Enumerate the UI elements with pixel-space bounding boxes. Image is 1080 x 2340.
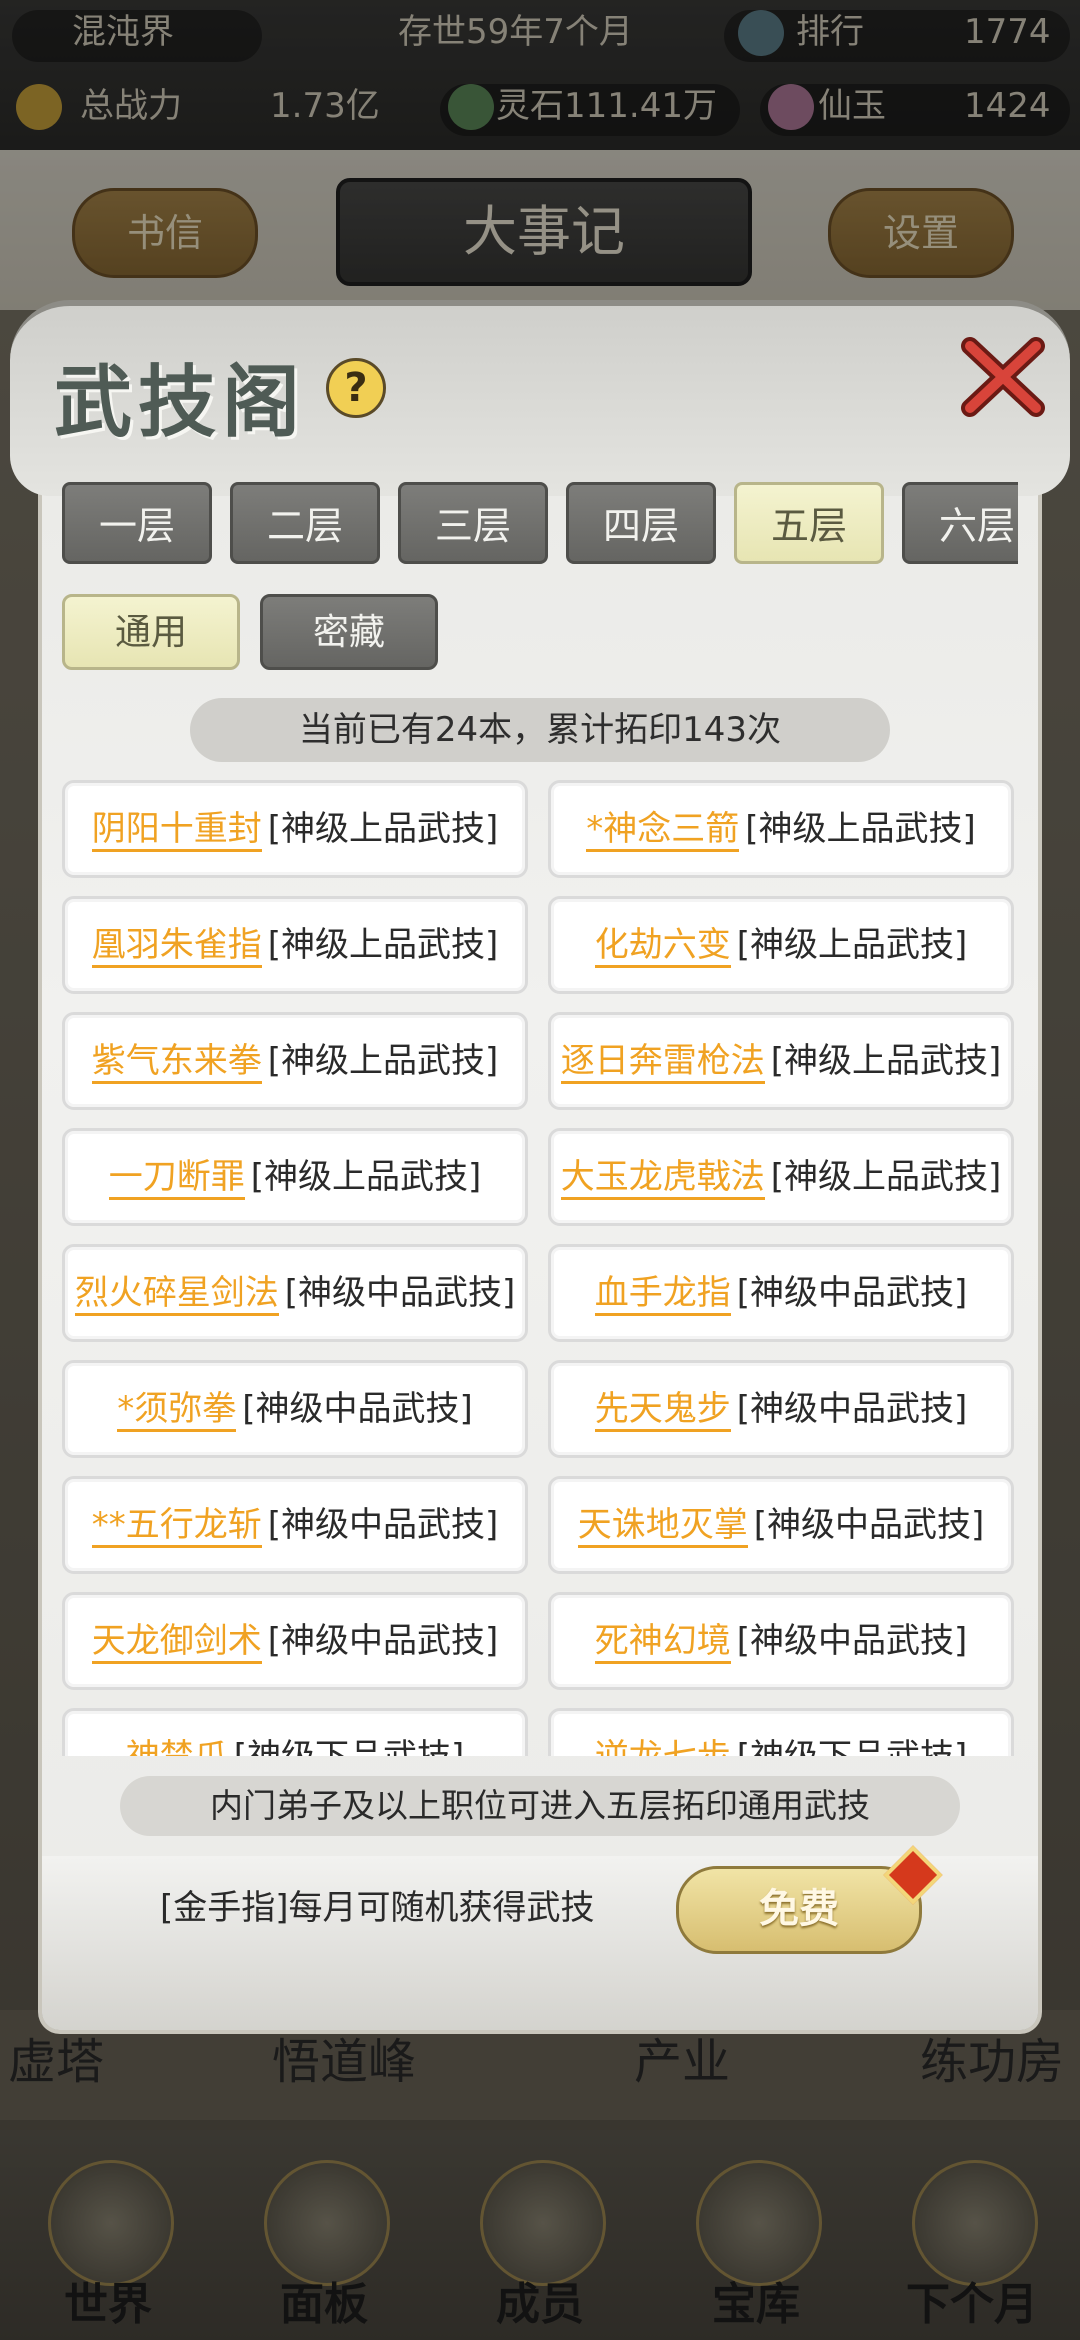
skill-grade: [神级上品武技]: [736, 925, 968, 965]
skill-card[interactable]: 血手龙指 [神级中品武技]: [548, 1244, 1014, 1342]
skill-card[interactable]: 死神幻境 [神级中品武技]: [548, 1592, 1014, 1690]
tab-floor-5[interactable]: 五层: [734, 482, 884, 564]
skill-card[interactable]: 逆龙七步 [神级下品武技]: [548, 1708, 1014, 1756]
skill-name-link[interactable]: 烈火碎星剑法: [74, 1273, 279, 1316]
skill-card[interactable]: **五行龙斩 [神级中品武技]: [62, 1476, 528, 1574]
skill-grade: [神级上品武技]: [745, 809, 976, 849]
skill-card[interactable]: *须弥拳 [神级中品武技]: [62, 1360, 528, 1458]
skill-name-link[interactable]: 血手龙指: [594, 1273, 731, 1316]
skill-name-link[interactable]: 化劫六变: [594, 925, 731, 968]
collection-summary: 当前已有24本，累计拓印143次: [190, 698, 890, 762]
skill-card[interactable]: 凰羽朱雀指 [神级上品武技]: [62, 896, 528, 994]
skill-card[interactable]: 天龙御剑术 [神级中品武技]: [62, 1592, 528, 1690]
skill-card[interactable]: 神禁爪 [神级下品武技]: [62, 1708, 528, 1756]
skill-card[interactable]: 阴阳十重封 [神级上品武技]: [62, 780, 528, 878]
skill-name-link[interactable]: 逆龙七步: [595, 1737, 731, 1756]
skill-card[interactable]: 烈火碎星剑法 [神级中品武技]: [62, 1244, 528, 1342]
skill-grade: [神级上品武技]: [250, 1157, 482, 1197]
skill-grade: [神级中品武技]: [736, 1273, 968, 1313]
skill-name-link[interactable]: 凰羽朱雀指: [91, 925, 262, 968]
skill-card[interactable]: 一刀断罪 [神级上品武技]: [62, 1128, 528, 1226]
access-notice: 内门弟子及以上职位可进入五层拓印通用武技: [120, 1776, 960, 1836]
skill-card[interactable]: 化劫六变 [神级上品武技]: [548, 896, 1014, 994]
skill-card[interactable]: 天诛地灭掌 [神级中品武技]: [548, 1476, 1014, 1574]
skill-name-link[interactable]: 先天鬼步: [594, 1389, 731, 1432]
skill-card[interactable]: 逐日奔雷枪法 [神级上品武技]: [548, 1012, 1014, 1110]
skill-grade: [神级中品武技]: [284, 1273, 516, 1313]
skill-grade: [神级中品武技]: [736, 1621, 968, 1661]
skill-name-link[interactable]: 天诛地灭掌: [577, 1505, 748, 1548]
skill-name-link[interactable]: **五行龙斩: [91, 1505, 262, 1548]
skill-grade: [神级下品武技]: [234, 1737, 465, 1756]
skill-card[interactable]: *神念三箭 [神级上品武技]: [548, 780, 1014, 878]
help-icon[interactable]: ?: [326, 358, 386, 418]
skill-grade: [神级上品武技]: [267, 1041, 499, 1081]
skill-name-link[interactable]: 一刀断罪: [108, 1157, 245, 1200]
close-icon[interactable]: [958, 332, 1048, 422]
skill-grade: [神级中品武技]: [267, 1505, 499, 1545]
tab-general[interactable]: 通用: [62, 594, 240, 670]
tab-floor-1[interactable]: 一层: [62, 482, 212, 564]
skill-grade: [神级上品武技]: [267, 809, 499, 849]
skill-name-link[interactable]: 死神幻境: [594, 1621, 731, 1664]
skill-name-link[interactable]: 逐日奔雷枪法: [560, 1041, 765, 1084]
skill-card[interactable]: 大玉龙虎戟法 [神级上品武技]: [548, 1128, 1014, 1226]
skill-list[interactable]: 阴阳十重封 [神级上品武技] *神念三箭 [神级上品武技] 凰羽朱雀指 [神级上品武技] 化…: [62, 780, 1022, 1756]
skill-card[interactable]: 先天鬼步 [神级中品武技]: [548, 1360, 1014, 1458]
tab-floor-2[interactable]: 二层: [230, 482, 380, 564]
dialog-title: 武技阁: [54, 357, 307, 448]
skill-name-link[interactable]: *须弥拳: [117, 1389, 237, 1432]
skill-name-link[interactable]: *神念三箭: [586, 809, 740, 852]
tab-floor-4[interactable]: 四层: [566, 482, 716, 564]
skill-grade: [神级上品武技]: [267, 925, 499, 965]
skill-grade: [神级上品武技]: [770, 1157, 1002, 1197]
skill-card[interactable]: 紫气东来拳 [神级上品武技]: [62, 1012, 528, 1110]
skill-grade: [神级中品武技]: [753, 1505, 985, 1545]
free-button[interactable]: 免费: [676, 1866, 922, 1954]
skill-name-link[interactable]: 天龙御剑术: [91, 1621, 262, 1664]
tab-floor-6[interactable]: 六层: [902, 482, 1018, 564]
skill-grade: [神级中品武技]: [242, 1389, 473, 1429]
skill-name-link[interactable]: 紫气东来拳: [91, 1041, 262, 1084]
skill-name-link[interactable]: 神禁爪: [126, 1737, 228, 1756]
tab-floor-3[interactable]: 三层: [398, 482, 548, 564]
skill-name-link[interactable]: 大玉龙虎戟法: [560, 1157, 765, 1200]
floor-tabs: 一层 二层 三层 四层 五层 六层: [62, 482, 1018, 568]
skill-grade: [神级上品武技]: [770, 1041, 1002, 1081]
skill-grade: [神级中品武技]: [267, 1621, 499, 1661]
golden-finger-text: [金手指]每月可随机获得武技: [160, 1888, 595, 1928]
skill-grade: [神级下品武技]: [737, 1737, 968, 1756]
skill-name-link[interactable]: 阴阳十重封: [91, 809, 262, 852]
tab-secret[interactable]: 密藏: [260, 594, 438, 670]
skill-grade: [神级中品武技]: [736, 1389, 968, 1429]
